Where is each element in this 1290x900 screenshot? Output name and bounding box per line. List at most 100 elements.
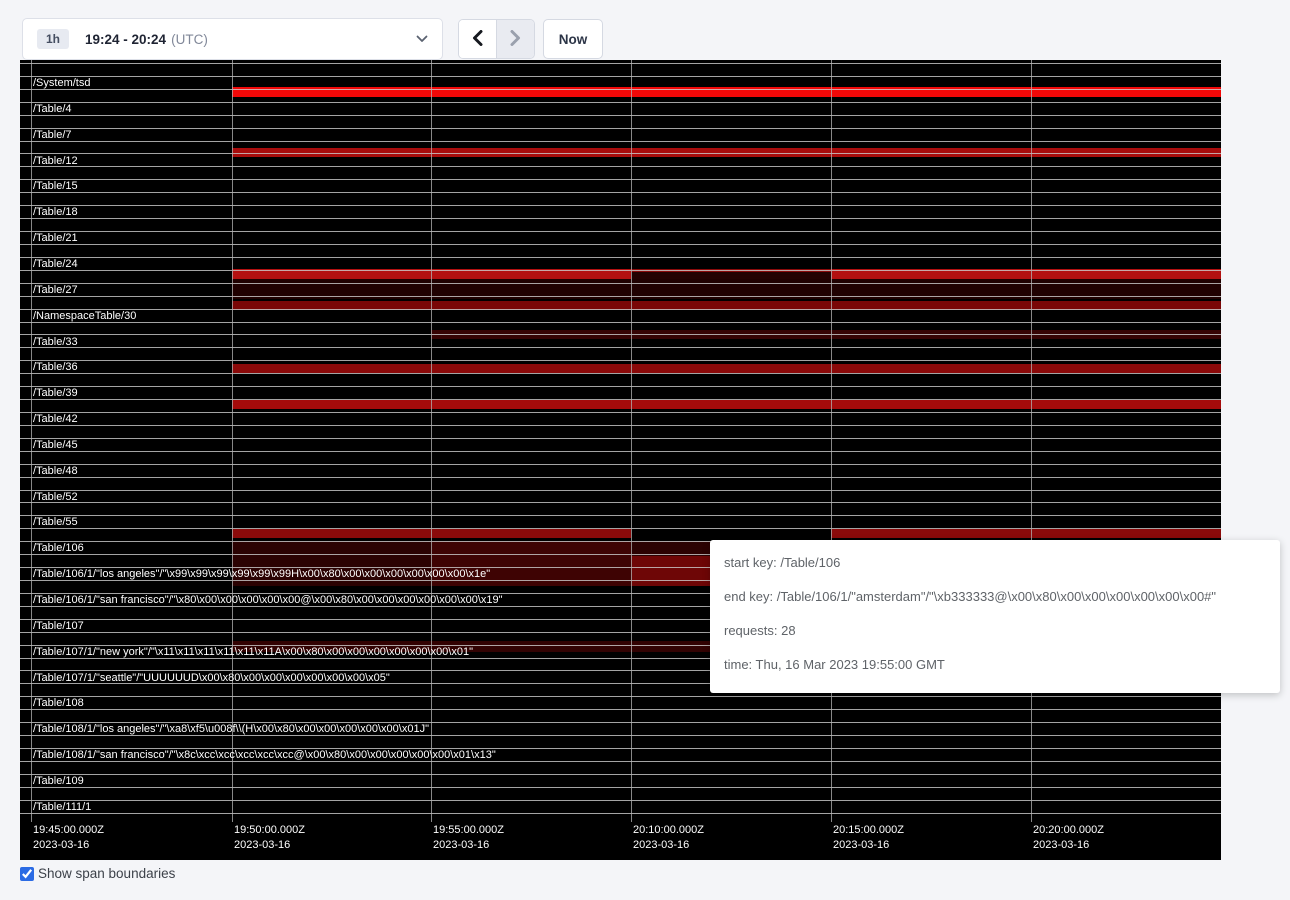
span-boundary-line bbox=[20, 218, 1221, 219]
x-axis-tick-label: 19:50:00.000Z2023-03-16 bbox=[234, 823, 305, 853]
row-label: /Table/55 bbox=[33, 516, 78, 529]
span-boundary-line bbox=[20, 813, 1221, 814]
span-boundary-line bbox=[20, 451, 1221, 452]
tick-date: 2023-03-16 bbox=[234, 838, 305, 853]
span-boundary-line bbox=[20, 296, 1221, 297]
span-boundary-line bbox=[20, 386, 1221, 387]
tick-time: 19:50:00.000Z bbox=[234, 823, 305, 838]
tooltip-start-key: start key: /Table/106 bbox=[724, 553, 1266, 573]
span-boundary-line bbox=[20, 373, 1221, 374]
show-span-boundaries-label: Show span boundaries bbox=[38, 866, 175, 881]
span-boundary-line bbox=[20, 399, 1221, 400]
tooltip-requests: requests: 28 bbox=[724, 621, 1266, 641]
show-span-boundaries-checkbox[interactable] bbox=[20, 867, 34, 881]
span-boundary-line bbox=[20, 735, 1221, 736]
span-boundary-line bbox=[20, 89, 1221, 90]
span-boundary-line bbox=[20, 477, 1221, 478]
span-boundary-line bbox=[20, 192, 1221, 193]
span-boundary-line bbox=[20, 153, 1221, 154]
tick-date: 2023-03-16 bbox=[633, 838, 704, 853]
span-boundary-line bbox=[20, 76, 1221, 77]
tick-time: 20:10:00.000Z bbox=[633, 823, 704, 838]
row-label: /Table/18 bbox=[33, 206, 78, 219]
span-boundary-line bbox=[20, 179, 1221, 180]
span-boundary-line bbox=[20, 322, 1221, 323]
span-boundary-line bbox=[20, 231, 1221, 232]
x-axis-tick-label: 20:15:00.000Z2023-03-16 bbox=[833, 823, 904, 853]
tick-date: 2023-03-16 bbox=[33, 838, 104, 853]
heat-band[interactable] bbox=[232, 364, 1221, 373]
tick-date: 2023-03-16 bbox=[1033, 838, 1104, 853]
span-boundary-line bbox=[20, 283, 1221, 284]
row-label: /Table/108 bbox=[33, 697, 84, 710]
time-grid-line bbox=[631, 60, 632, 822]
x-axis-tick-label: 19:45:00.000Z2023-03-16 bbox=[33, 823, 104, 853]
span-boundary-line bbox=[20, 425, 1221, 426]
span-boundary-line bbox=[20, 360, 1221, 361]
span-boundary-line bbox=[20, 115, 1221, 116]
span-boundary-line bbox=[20, 490, 1221, 491]
span-boundary-line bbox=[20, 774, 1221, 775]
tick-time: 20:15:00.000Z bbox=[833, 823, 904, 838]
heat-band[interactable] bbox=[631, 272, 831, 279]
row-label: /Table/15 bbox=[33, 180, 78, 193]
span-boundary-line bbox=[20, 412, 1221, 413]
span-boundary-line bbox=[20, 761, 1221, 762]
span-boundary-line bbox=[20, 128, 1221, 129]
span-boundary-line bbox=[20, 696, 1221, 697]
time-grid-line bbox=[431, 60, 432, 822]
tooltip-time: time: Thu, 16 Mar 2023 19:55:00 GMT bbox=[724, 655, 1266, 675]
row-label: /Table/106 bbox=[33, 542, 84, 555]
chevron-left-icon bbox=[472, 30, 483, 49]
time-grid-line bbox=[1031, 60, 1032, 822]
span-boundary-line bbox=[20, 800, 1221, 801]
heat-band[interactable] bbox=[232, 400, 1221, 409]
span-boundary-line bbox=[20, 787, 1221, 788]
span-boundary-line bbox=[20, 515, 1221, 516]
x-axis-tick-label: 20:10:00.000Z2023-03-16 bbox=[633, 823, 704, 853]
time-range-timezone: (UTC) bbox=[171, 32, 208, 47]
x-axis-tick-label: 20:20:00.000Z2023-03-16 bbox=[1033, 823, 1104, 853]
tick-date: 2023-03-16 bbox=[433, 838, 504, 853]
span-boundary-line bbox=[20, 270, 1221, 271]
span-boundary-line bbox=[20, 205, 1221, 206]
span-boundary-line bbox=[20, 748, 1221, 749]
span-boundary-line bbox=[20, 722, 1221, 723]
time-range-text: 19:24 - 20:24 bbox=[85, 32, 166, 47]
span-boundary-line bbox=[20, 464, 1221, 465]
tooltip: start key: /Table/106 end key: /Table/10… bbox=[710, 540, 1280, 693]
prev-interval-button[interactable] bbox=[459, 20, 496, 58]
span-boundary-line bbox=[20, 528, 1221, 529]
time-range-badge: 1h bbox=[37, 29, 69, 49]
tick-date: 2023-03-16 bbox=[833, 838, 904, 853]
footer-options: Show span boundaries bbox=[20, 866, 175, 881]
row-label: /Table/39 bbox=[33, 387, 78, 400]
time-nav-group bbox=[458, 19, 535, 59]
span-boundary-line bbox=[20, 102, 1221, 103]
tick-time: 19:45:00.000Z bbox=[33, 823, 104, 838]
span-boundary-line bbox=[20, 257, 1221, 258]
time-grid-line bbox=[232, 60, 233, 822]
chevron-right-icon bbox=[510, 30, 521, 49]
span-boundary-line bbox=[20, 709, 1221, 710]
time-grid-line bbox=[31, 60, 32, 822]
next-interval-button[interactable] bbox=[496, 20, 534, 58]
time-range-selector[interactable]: 1h 19:24 - 20:24 (UTC) bbox=[22, 18, 443, 60]
key-visualizer-canvas[interactable]: /System/tsd/Table/4/Table/7/Table/12/Tab… bbox=[20, 60, 1221, 860]
chevron-down-icon bbox=[416, 35, 428, 43]
time-grid-line bbox=[831, 60, 832, 822]
span-boundary-line bbox=[20, 438, 1221, 439]
heat-band[interactable] bbox=[831, 529, 1221, 538]
span-boundary-line bbox=[20, 309, 1221, 310]
row-label: /Table/36 bbox=[33, 361, 78, 374]
span-boundary-line bbox=[20, 347, 1221, 348]
span-boundary-line bbox=[20, 244, 1221, 245]
tick-time: 19:55:00.000Z bbox=[433, 823, 504, 838]
tooltip-end-key: end key: /Table/106/1/"amsterdam"/"\xb33… bbox=[724, 587, 1266, 607]
span-boundary-line bbox=[20, 334, 1221, 335]
now-button[interactable]: Now bbox=[543, 19, 603, 59]
x-axis-tick-label: 19:55:00.000Z2023-03-16 bbox=[433, 823, 504, 853]
span-boundary-line bbox=[20, 166, 1221, 167]
span-boundary-line bbox=[20, 502, 1221, 503]
tick-time: 20:20:00.000Z bbox=[1033, 823, 1104, 838]
